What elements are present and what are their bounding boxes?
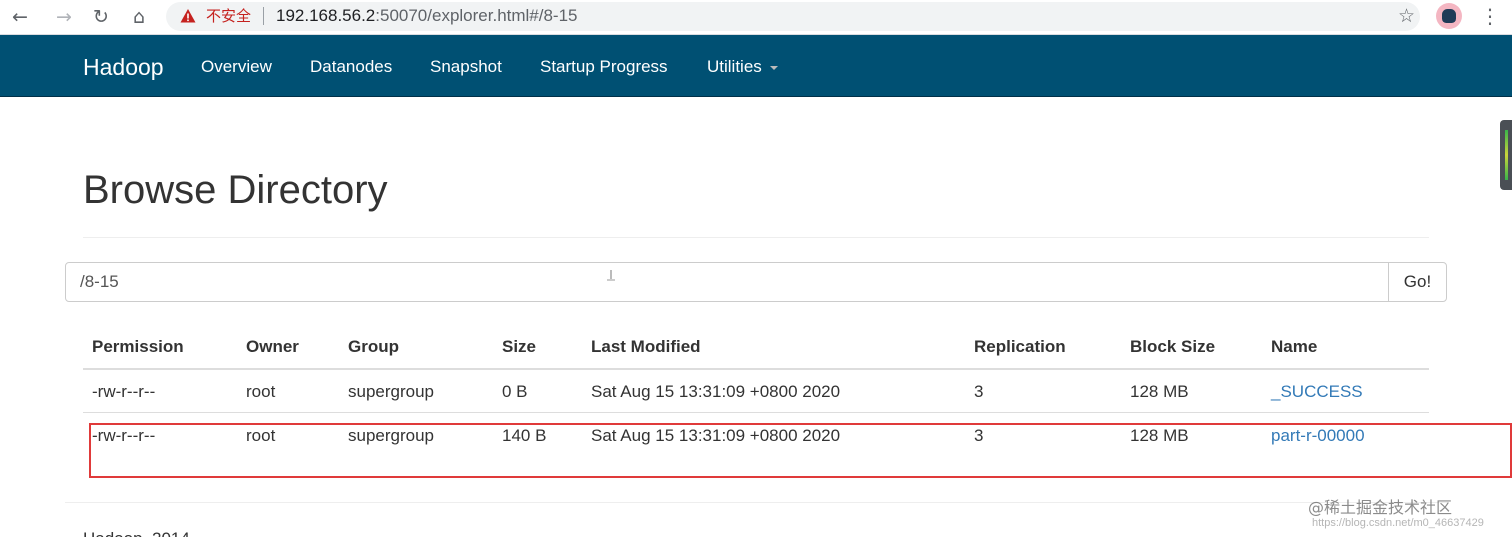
nav-datanodes[interactable]: Datanodes [310, 56, 392, 78]
cell-replication: 3 [974, 382, 984, 401]
url-divider [263, 7, 264, 25]
url-host: 192.168.56.2 [276, 6, 376, 25]
url-path: :50070/explorer.html#/8-15 [375, 6, 578, 25]
cell-block-size: 128 MB [1130, 382, 1189, 401]
address-bar[interactable]: 不安全 192.168.56.2:50070/explorer.html#/8-… [166, 2, 1420, 31]
header-block-size[interactable]: Block Size [1130, 336, 1215, 358]
path-input-group: Go! [65, 262, 1447, 302]
arrow-left-icon[interactable]: ← [6, 4, 34, 30]
header-size[interactable]: Size [502, 336, 536, 358]
page-title: Browse Directory [83, 168, 388, 212]
scrollbar-thumb[interactable] [1500, 120, 1512, 190]
nav-utilities-label: Utilities [707, 57, 762, 76]
hadoop-navbar: Hadoop Overview Datanodes Snapshot Start… [0, 35, 1512, 97]
header-name[interactable]: Name [1271, 336, 1317, 358]
scroll-indicator [1505, 130, 1508, 180]
footer-divider [65, 502, 1447, 503]
cell-group: supergroup [348, 382, 435, 401]
nav-startup-progress[interactable]: Startup Progress [540, 56, 668, 78]
security-label[interactable]: 不安全 [206, 5, 251, 27]
cell-permission: -rw-r--r-- [92, 382, 156, 401]
header-permission[interactable]: Permission [92, 336, 184, 358]
text-cursor-icon [607, 270, 615, 281]
header-divider [83, 368, 1429, 370]
file-link-success[interactable]: _SUCCESS [1271, 381, 1363, 403]
cell-last-modified: Sat Aug 15 13:31:09 +0800 2020 [591, 382, 841, 401]
header-replication[interactable]: Replication [974, 336, 1066, 358]
row-divider [83, 412, 1429, 413]
header-owner[interactable]: Owner [246, 336, 299, 358]
caret-down-icon [769, 65, 778, 70]
warning-icon [180, 9, 196, 23]
brand-link[interactable]: Hadoop [83, 53, 164, 81]
directory-path-input[interactable] [65, 262, 1389, 302]
kebab-icon[interactable]: ⋮ [1480, 4, 1500, 28]
footer-text: Hadoop, 2014. [83, 528, 195, 537]
header-group[interactable]: Group [348, 336, 399, 358]
cell-owner: root [246, 382, 276, 401]
watermark: @稀土掘金技术社区 [1308, 498, 1453, 517]
nav-utilities[interactable]: Utilities [707, 56, 778, 78]
reload-icon[interactable]: ↻ [87, 4, 115, 30]
header-last-modified[interactable]: Last Modified [591, 336, 701, 358]
watermark-url: https://blog.csdn.net/m0_46637429 [1312, 517, 1484, 529]
arrow-right-icon[interactable]: → [50, 4, 78, 30]
home-icon[interactable]: ⌂ [125, 4, 153, 30]
star-icon[interactable]: ☆ [1398, 4, 1415, 28]
cell-size: 0 B [502, 382, 528, 401]
browser-toolbar: ← → ↻ ⌂ 不安全 192.168.56.2:50070/explorer.… [0, 0, 1512, 35]
title-divider [83, 237, 1429, 238]
highlight-annotation [89, 423, 1512, 478]
avatar-image [1442, 9, 1456, 23]
go-button[interactable]: Go! [1388, 262, 1447, 302]
url-text[interactable]: 192.168.56.2:50070/explorer.html#/8-15 [276, 5, 578, 27]
nav-overview[interactable]: Overview [201, 56, 272, 78]
nav-snapshot[interactable]: Snapshot [430, 56, 502, 78]
profile-avatar[interactable] [1436, 3, 1462, 29]
